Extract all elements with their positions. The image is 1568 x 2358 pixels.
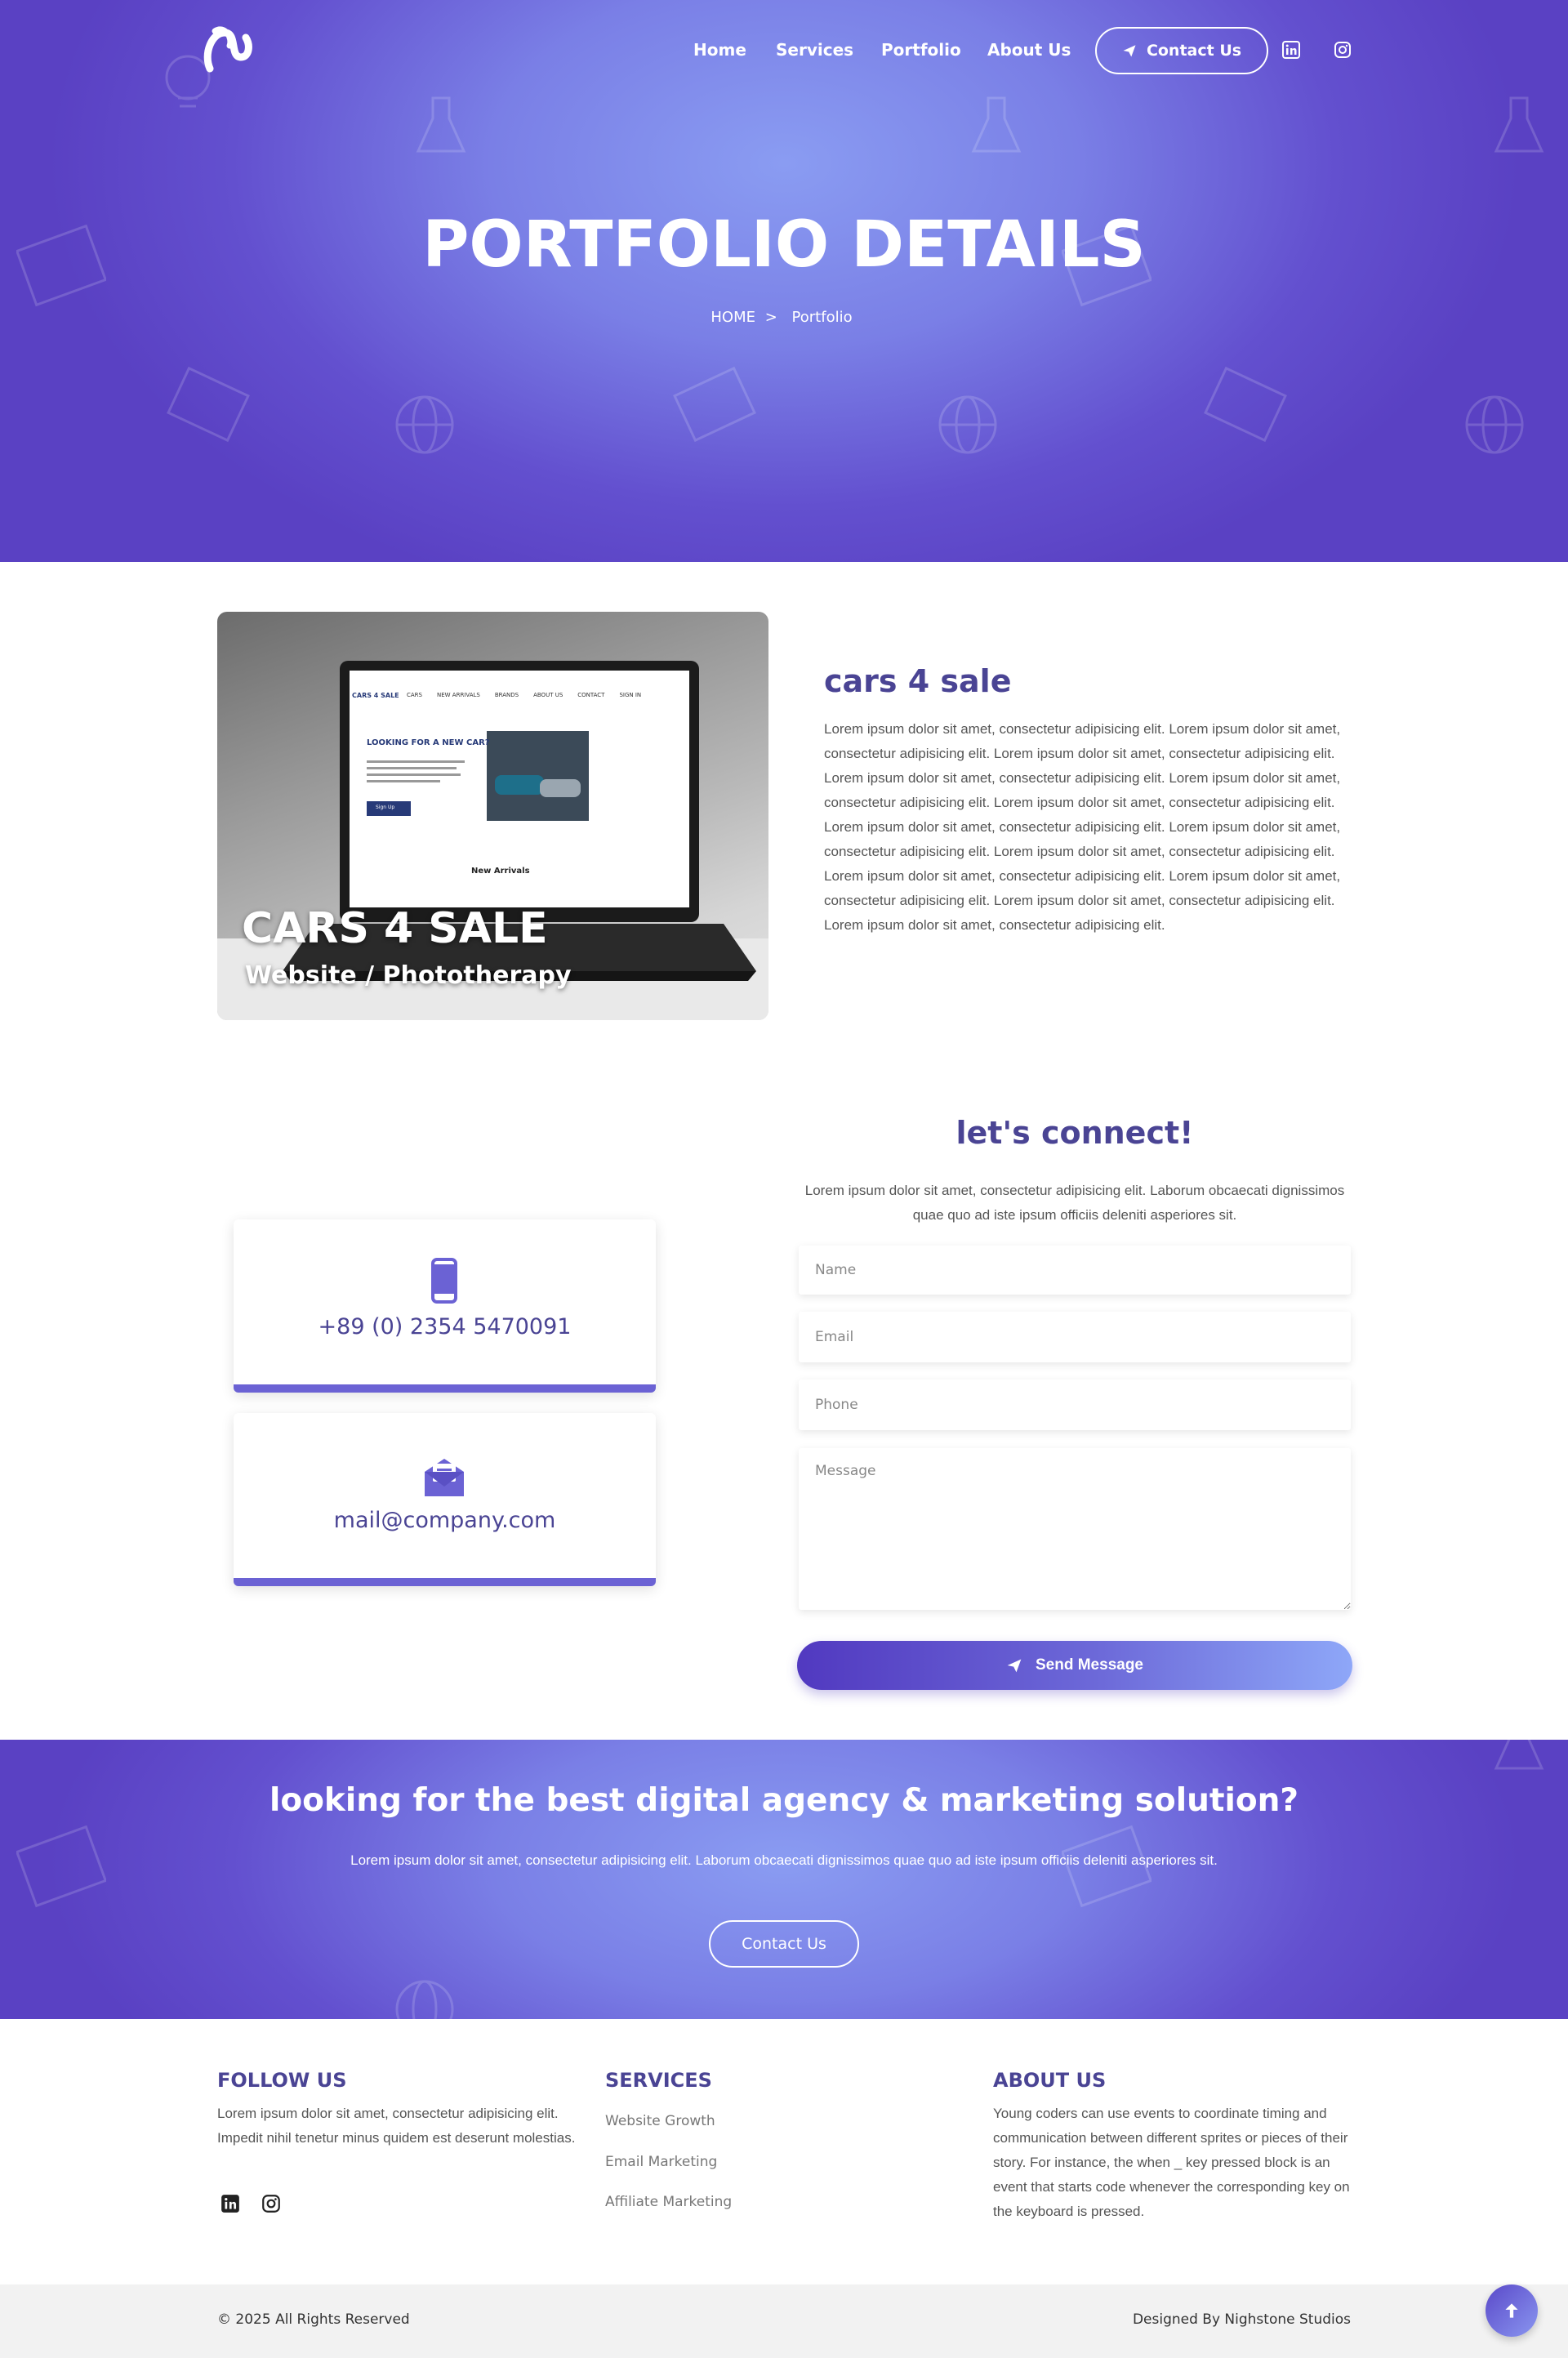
nav-about-us[interactable]: About Us xyxy=(987,40,1071,60)
designed-by: Designed By Nighstone Studios xyxy=(1132,2311,1351,2328)
instagram-icon[interactable] xyxy=(1333,40,1352,60)
arrow-up-icon xyxy=(1505,2303,1518,2318)
laptop-illustration xyxy=(217,661,768,1020)
project-description: Lorem ipsum dolor sit amet, consectetur … xyxy=(824,721,1341,933)
project-image-subtitle: Website / Phototherapy xyxy=(245,961,572,990)
phone-input[interactable] xyxy=(799,1380,1351,1430)
footer-follow-text: Lorem ipsum dolor sit amet, consectetur … xyxy=(217,2106,576,2146)
page-title: PORTFOLIO DETAILS xyxy=(422,208,1146,282)
globe-deco-icon-3 xyxy=(1465,395,1524,454)
footer-link-email-marketing[interactable]: Email Marketing xyxy=(605,2154,717,2170)
breadcrumb-separator: > xyxy=(764,309,777,326)
board-deco-icon-3 xyxy=(16,1825,106,1908)
footer-instagram-icon[interactable] xyxy=(261,2193,282,2214)
nav-contact-button[interactable]: Contact Us xyxy=(1095,27,1268,74)
flask-deco-icon-3 xyxy=(416,96,466,153)
cta-section: looking for the best digital agency & ma… xyxy=(0,1740,1568,2019)
phone-card: +89 (0) 2354 5470091 xyxy=(234,1219,656,1393)
laptop-screen-button: Sign Up xyxy=(376,805,395,810)
connect-description: Lorem ipsum dolor sit amet, consectetur … xyxy=(804,1183,1345,1223)
cta-description: Lorem ipsum dolor sit amet, consectetur … xyxy=(350,1852,1218,1868)
send-message-button[interactable]: Send Message xyxy=(797,1641,1352,1690)
footer-follow-heading: FOLLOW US xyxy=(217,2069,347,2092)
laptop-screen-brand: CARS 4 SALE xyxy=(352,692,399,699)
laptop-menu-item: CONTACT xyxy=(577,692,605,698)
footer-about-heading: ABOUT US xyxy=(993,2069,1107,2092)
globe-deco-icon xyxy=(395,395,454,454)
cta-contact-button[interactable]: Contact Us xyxy=(709,1920,859,1968)
project-title: cars 4 sale xyxy=(824,663,1012,699)
email-input[interactable] xyxy=(799,1312,1351,1362)
footer-about-text: Young coders can use events to coordinat… xyxy=(993,2106,1350,2219)
brand-logo[interactable] xyxy=(200,21,257,78)
flask-deco-icon xyxy=(1494,96,1544,153)
flask-deco-icon-2 xyxy=(971,96,1022,153)
name-input[interactable] xyxy=(799,1246,1351,1295)
hero-section: Home Services Portfolio About Us Contact… xyxy=(0,0,1568,562)
laptop-menu-item: ABOUT US xyxy=(533,692,564,698)
copyright: © 2025 All Rights Reserved xyxy=(217,2311,410,2328)
paper-plane-icon xyxy=(1123,45,1136,57)
footer-linkedin-icon[interactable] xyxy=(220,2193,241,2214)
laptop-menu-item: CARS xyxy=(407,692,422,698)
mobile-phone-icon xyxy=(431,1258,457,1304)
globe-deco-icon-4 xyxy=(395,1980,454,2019)
globe-deco-icon-2 xyxy=(938,395,997,454)
connect-title: let's connect! xyxy=(956,1115,1194,1151)
breadcrumb-current: Portfolio xyxy=(791,309,853,326)
scroll-to-top-button[interactable] xyxy=(1486,2284,1538,2337)
laptop-menu-item: BRANDS xyxy=(494,692,519,698)
linkedin-icon[interactable] xyxy=(1281,40,1301,60)
laptop-screen-section: New Arrivals xyxy=(471,867,530,876)
laptop-screen-menu: CARS NEW ARRIVALS BRANDS ABOUT US CONTAC… xyxy=(407,692,641,698)
laptop-screen-headline: LOOKING FOR A NEW CAR? xyxy=(367,738,490,747)
message-textarea[interactable] xyxy=(799,1448,1351,1610)
phone-number[interactable]: +89 (0) 2354 5470091 xyxy=(234,1314,656,1339)
browser-deco-icon-3 xyxy=(167,366,250,443)
footer-bottom-bar: © 2025 All Rights Reserved Designed By N… xyxy=(0,2284,1568,2358)
cta-title: looking for the best digital agency & ma… xyxy=(269,1782,1299,1819)
browser-deco-icon xyxy=(673,366,756,443)
laptop-menu-item: NEW ARRIVALS xyxy=(436,692,480,698)
email-card: mail@company.com xyxy=(234,1413,656,1586)
footer-services-heading: SERVICES xyxy=(605,2069,712,2092)
send-message-label: Send Message xyxy=(1036,1656,1143,1674)
paper-plane-icon xyxy=(1007,1659,1022,1673)
project-image-title: CARS 4 SALE xyxy=(242,904,548,953)
nav-home[interactable]: Home xyxy=(693,40,746,60)
flask-deco-icon-4 xyxy=(1494,1740,1544,1770)
breadcrumb: HOME > Portfolio xyxy=(0,309,1568,326)
laptop-menu-item: SIGN IN xyxy=(619,692,642,698)
nav-contact-label: Contact Us xyxy=(1146,42,1242,60)
footer-link-website-growth[interactable]: Website Growth xyxy=(605,2113,715,2129)
breadcrumb-home[interactable]: HOME xyxy=(710,309,755,326)
envelope-open-icon xyxy=(425,1459,464,1496)
nav-services[interactable]: Services xyxy=(776,40,853,60)
browser-deco-icon-2 xyxy=(1204,366,1287,443)
nav-portfolio[interactable]: Portfolio xyxy=(881,40,961,60)
email-address[interactable]: mail@company.com xyxy=(234,1508,656,1533)
footer-link-affiliate-marketing[interactable]: Affiliate Marketing xyxy=(605,2194,732,2210)
project-image[interactable]: CARS 4 SALE CARS NEW ARRIVALS BRANDS ABO… xyxy=(217,612,768,1020)
